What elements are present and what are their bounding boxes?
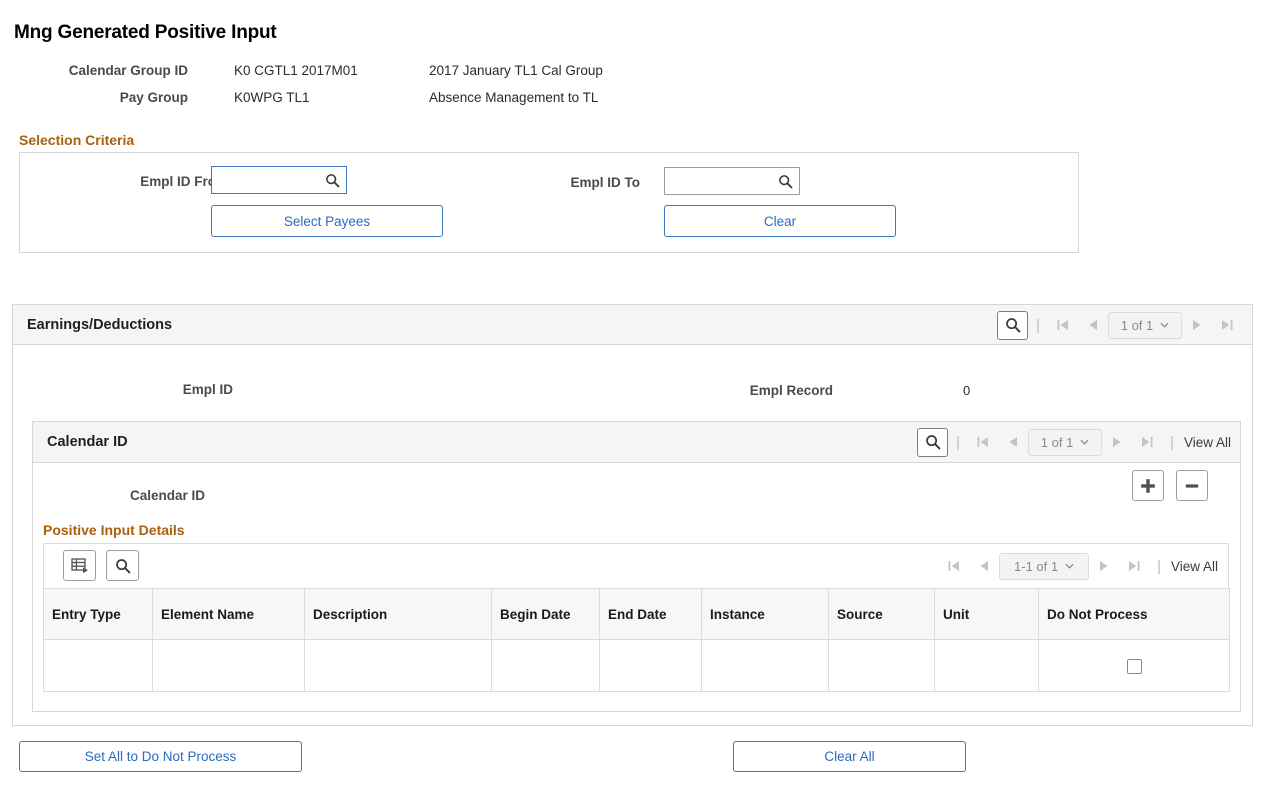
last-page-icon[interactable] xyxy=(1132,429,1162,455)
minus-icon xyxy=(1183,477,1201,495)
first-page-icon[interactable] xyxy=(1048,312,1078,338)
positive-input-details-grid: Entry Type Element Name Description Begi… xyxy=(43,588,1230,692)
delete-row-button[interactable] xyxy=(1176,470,1208,501)
cell-description[interactable] xyxy=(305,640,492,692)
pager-divider: | xyxy=(956,434,960,451)
cell-source[interactable] xyxy=(829,640,935,692)
pager-divider: | xyxy=(1036,317,1040,334)
search-icon[interactable] xyxy=(773,170,797,192)
first-page-icon[interactable] xyxy=(968,429,998,455)
calendar-group-id-description: 2017 January TL1 Cal Group xyxy=(429,63,603,78)
page-title: Mng Generated Positive Input xyxy=(14,22,277,44)
page-counter-dropdown[interactable]: 1 of 1 xyxy=(1028,429,1102,456)
do-not-process-checkbox[interactable] xyxy=(1127,659,1142,674)
page-counter-dropdown[interactable]: 1 of 1 xyxy=(1108,312,1182,339)
pager-divider: | xyxy=(1170,434,1174,451)
cell-do-not-process xyxy=(1039,640,1230,692)
column-header-entry-type[interactable]: Entry Type xyxy=(44,589,153,640)
calendar-group-id-label: Calendar Group ID xyxy=(20,63,188,78)
previous-page-icon[interactable] xyxy=(969,553,999,579)
column-header-begin-date[interactable]: Begin Date xyxy=(492,589,600,640)
cell-begin-date[interactable] xyxy=(492,640,600,692)
calendar-group-id-value: K0 CGTL1 2017M01 xyxy=(234,63,358,78)
earnings-deductions-title: Earnings/Deductions xyxy=(27,317,172,333)
search-icon[interactable] xyxy=(320,169,344,191)
earnings-deductions-panel: Earnings/Deductions | xyxy=(12,304,1253,726)
clear-button[interactable]: Clear xyxy=(664,205,896,237)
cell-entry-type[interactable] xyxy=(44,640,153,692)
grid-header-row: Entry Type Element Name Description Begi… xyxy=(44,589,1230,640)
empl-record-value: 0 xyxy=(963,383,970,398)
pay-group-description: Absence Management to TL xyxy=(429,90,598,105)
mng-generated-positive-input-page: Mng Generated Positive Input Calendar Gr… xyxy=(0,0,1278,785)
column-header-unit[interactable]: Unit xyxy=(935,589,1039,640)
grid-find-icon[interactable] xyxy=(106,550,139,581)
page-counter-label: 1-1 of 1 xyxy=(1014,559,1058,574)
last-page-icon[interactable] xyxy=(1119,553,1149,579)
next-page-icon[interactable] xyxy=(1089,553,1119,579)
cell-unit[interactable] xyxy=(935,640,1039,692)
calendar-id-field-label: Calendar ID xyxy=(93,488,205,503)
next-page-icon[interactable] xyxy=(1182,312,1212,338)
positive-input-details-toolbar: 1-1 of 1 xyxy=(43,543,1229,588)
empl-id-from-label: Empl ID From xyxy=(88,174,228,189)
view-all-link[interactable]: View All xyxy=(1182,435,1233,450)
column-header-description[interactable]: Description xyxy=(305,589,492,640)
page-counter-label: 1 of 1 xyxy=(1041,435,1074,450)
positive-input-details-pager: 1-1 of 1 xyxy=(939,551,1220,581)
empl-id-to-label: Empl ID To xyxy=(500,175,640,190)
last-page-icon[interactable] xyxy=(1212,312,1242,338)
clear-all-button[interactable]: Clear All xyxy=(733,741,966,772)
cell-end-date[interactable] xyxy=(600,640,702,692)
page-counter-dropdown[interactable]: 1-1 of 1 xyxy=(999,553,1089,580)
column-header-source[interactable]: Source xyxy=(829,589,935,640)
chevron-down-icon xyxy=(1065,563,1074,569)
earnings-deductions-pager: | 1 of 1 xyxy=(997,310,1242,340)
column-header-do-not-process[interactable]: Do Not Process xyxy=(1039,589,1230,640)
add-row-button[interactable] xyxy=(1132,470,1164,501)
pay-group-value: K0WPG TL1 xyxy=(234,90,310,105)
previous-page-icon[interactable] xyxy=(1078,312,1108,338)
next-page-icon[interactable] xyxy=(1102,429,1132,455)
search-icon[interactable] xyxy=(997,311,1028,340)
set-all-to-do-not-process-button[interactable]: Set All to Do Not Process xyxy=(19,741,302,772)
column-header-element-name[interactable]: Element Name xyxy=(153,589,305,640)
page-counter-label: 1 of 1 xyxy=(1121,318,1154,333)
calendar-id-pager: | 1 of 1 xyxy=(917,427,1233,457)
empl-record-label: Empl Record xyxy=(713,383,833,398)
positive-input-details-caption: Positive Input Details xyxy=(43,522,185,538)
chevron-down-icon xyxy=(1080,439,1089,445)
pay-group-label: Pay Group xyxy=(20,90,188,105)
column-header-end-date[interactable]: End Date xyxy=(600,589,702,640)
calendar-id-panel: Calendar ID | xyxy=(32,421,1241,712)
select-payees-button[interactable]: Select Payees xyxy=(211,205,443,237)
selection-criteria-group-box: Empl ID From Select Payees Empl ID To xyxy=(19,152,1079,253)
view-all-link[interactable]: View All xyxy=(1169,559,1220,574)
cell-element-name[interactable] xyxy=(153,640,305,692)
cell-instance[interactable] xyxy=(702,640,829,692)
plus-icon xyxy=(1139,477,1157,495)
table-row xyxy=(44,640,1230,692)
grid-personalize-icon[interactable] xyxy=(63,550,96,581)
column-header-instance[interactable]: Instance xyxy=(702,589,829,640)
empl-id-from-field[interactable] xyxy=(211,166,347,194)
previous-page-icon[interactable] xyxy=(998,429,1028,455)
empl-id-label: Empl ID xyxy=(123,382,233,397)
chevron-down-icon xyxy=(1160,322,1169,328)
empl-id-to-field[interactable] xyxy=(664,167,800,195)
first-page-icon[interactable] xyxy=(939,553,969,579)
calendar-id-title: Calendar ID xyxy=(47,434,128,450)
search-icon[interactable] xyxy=(917,428,948,457)
selection-criteria-caption: Selection Criteria xyxy=(19,132,134,148)
pager-divider: | xyxy=(1157,558,1161,575)
